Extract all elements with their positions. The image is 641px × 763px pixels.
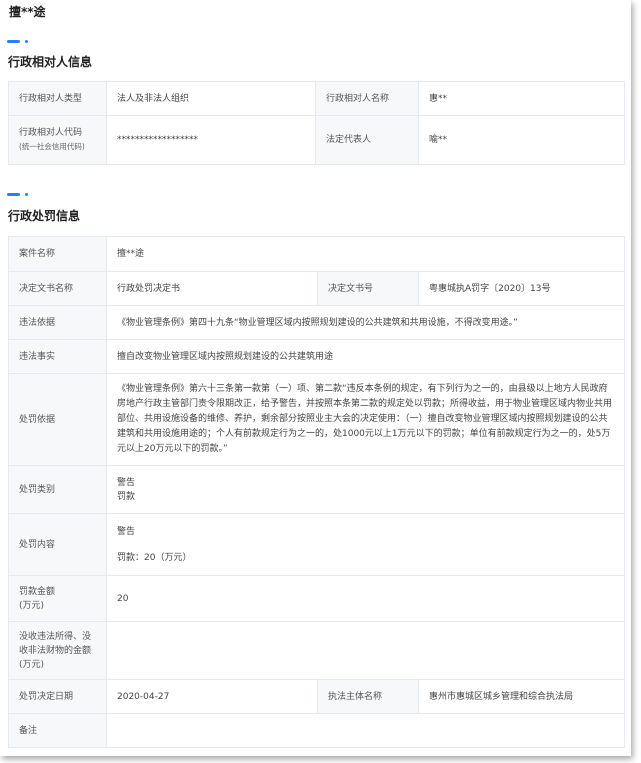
party-name-value: 惠** (418, 81, 625, 116)
party-type-label: 行政相对人类型 (8, 81, 107, 116)
table-row: 罚款金额 (万元) 20 (8, 575, 626, 622)
table-row: 违法事实 擅自改变物业管理区域内按照规划建设的公共建筑用途 (8, 339, 626, 374)
penalty-type-item: 罚款 (117, 491, 136, 502)
penalty-content-line: 警告 (117, 526, 136, 537)
case-name-value: 擅**途 (105, 236, 626, 272)
enforcement-agency-label: 执法主体名称 (317, 679, 419, 714)
penalty-type-label: 处罚类别 (8, 465, 107, 514)
penalty-section-title: 行政处罚信息 (8, 209, 81, 223)
decision-number-value: 粤惠城执A罚字〔2020〕13号 (417, 271, 626, 306)
penalty-content-line: 罚款：20（万元） (117, 552, 192, 563)
party-info-table: 行政相对人类型 法人及非法人组织 行政相对人名称 惠** 行政相对人代码 (统一… (8, 81, 625, 165)
table-row: 处罚决定日期 2020-04-27 执法主体名称 惠州市惠城区城乡管理和综合执法… (8, 679, 626, 714)
violation-fact-label: 违法事实 (8, 339, 107, 374)
legal-rep-label: 法定代表人 (315, 115, 419, 165)
violation-fact-value: 擅自改变物业管理区域内按照规划建设的公共建筑用途 (105, 339, 626, 374)
table-row: 案件名称 擅**途 (8, 236, 626, 272)
penalty-content-label: 处罚内容 (8, 513, 107, 576)
section-marker (7, 193, 29, 196)
table-row: 行政相对人类型 法人及非法人组织 行政相对人名称 惠** (8, 81, 625, 116)
table-row: 没收违法所得、没收非法财物的金额(万元) (8, 621, 626, 680)
decision-number-label: 决定文书号 (317, 271, 419, 306)
penalty-basis-label: 处罚依据 (8, 373, 107, 466)
penalty-type-item: 警告 (117, 477, 136, 488)
party-code-label-sub: (统一社会信用代码) (19, 142, 85, 151)
case-name-label: 案件名称 (8, 236, 107, 272)
table-row: 决定文书名称 行政处罚决定书 决定文书号 粤惠城执A罚字〔2020〕13号 (8, 271, 626, 306)
enforcement-agency-value: 惠州市惠城区城乡管理和综合执法局 (417, 679, 626, 714)
party-name-label: 行政相对人名称 (315, 81, 419, 116)
decision-date-value: 2020-04-27 (106, 679, 318, 714)
penalty-info-table: 案件名称 擅**途 决定文书名称 行政处罚决定书 决定文书号 粤惠城执A罚字〔2… (8, 236, 626, 748)
penalty-basis-value: 《物业管理条例》第六十三条第一款第（一）项、第二款“违反本条例的规定，有下列行为… (105, 373, 626, 466)
penalty-type-value: 警告 罚款 (105, 465, 626, 514)
fine-amount-label: 罚款金额 (万元) (8, 575, 107, 622)
table-row: 行政相对人代码 (统一社会信用代码) ****************** 法定… (8, 115, 625, 165)
table-row: 违法依据 《物业管理条例》第四十九条“物业管理区域内按照规划建设的公共建筑和共用… (8, 305, 626, 340)
page-title: 擅**途 (9, 5, 46, 19)
decision-doc-label: 决定文书名称 (8, 271, 107, 306)
party-section-title: 行政相对人信息 (8, 55, 93, 69)
party-type-value: 法人及非法人组织 (106, 81, 316, 116)
table-row: 处罚内容 警告 罚款：20（万元） (8, 513, 626, 576)
table-row: 处罚类别 警告 罚款 (8, 465, 626, 514)
violation-basis-label: 违法依据 (8, 305, 107, 340)
fine-amount-value: 20 (105, 575, 626, 622)
decision-doc-value: 行政处罚决定书 (106, 271, 318, 306)
confiscation-label: 没收违法所得、没收非法财物的金额(万元) (8, 621, 107, 680)
party-code-value: ****************** (106, 115, 316, 165)
legal-rep-value: 喻** (418, 115, 625, 165)
table-row: 处罚依据 《物业管理条例》第六十三条第一款第（一）项、第二款“违反本条例的规定，… (8, 373, 626, 466)
section-marker (7, 40, 29, 43)
remarks-label: 备注 (8, 713, 107, 748)
party-code-label-main: 行政相对人代码 (19, 128, 83, 138)
decision-date-label: 处罚决定日期 (8, 679, 107, 714)
remarks-value (105, 713, 626, 748)
table-row: 备注 (8, 713, 626, 748)
party-code-label: 行政相对人代码 (统一社会信用代码) (8, 115, 107, 165)
confiscation-value (105, 621, 626, 680)
violation-basis-value: 《物业管理条例》第四十九条“物业管理区域内按照规划建设的公共建筑和共用设施，不得… (105, 305, 626, 340)
content-panel: 擅**途 行政相对人信息 行政相对人类型 法人及非法人组织 行政相对人名称 惠*… (0, 0, 631, 756)
penalty-content-value: 警告 罚款：20（万元） (105, 513, 626, 576)
